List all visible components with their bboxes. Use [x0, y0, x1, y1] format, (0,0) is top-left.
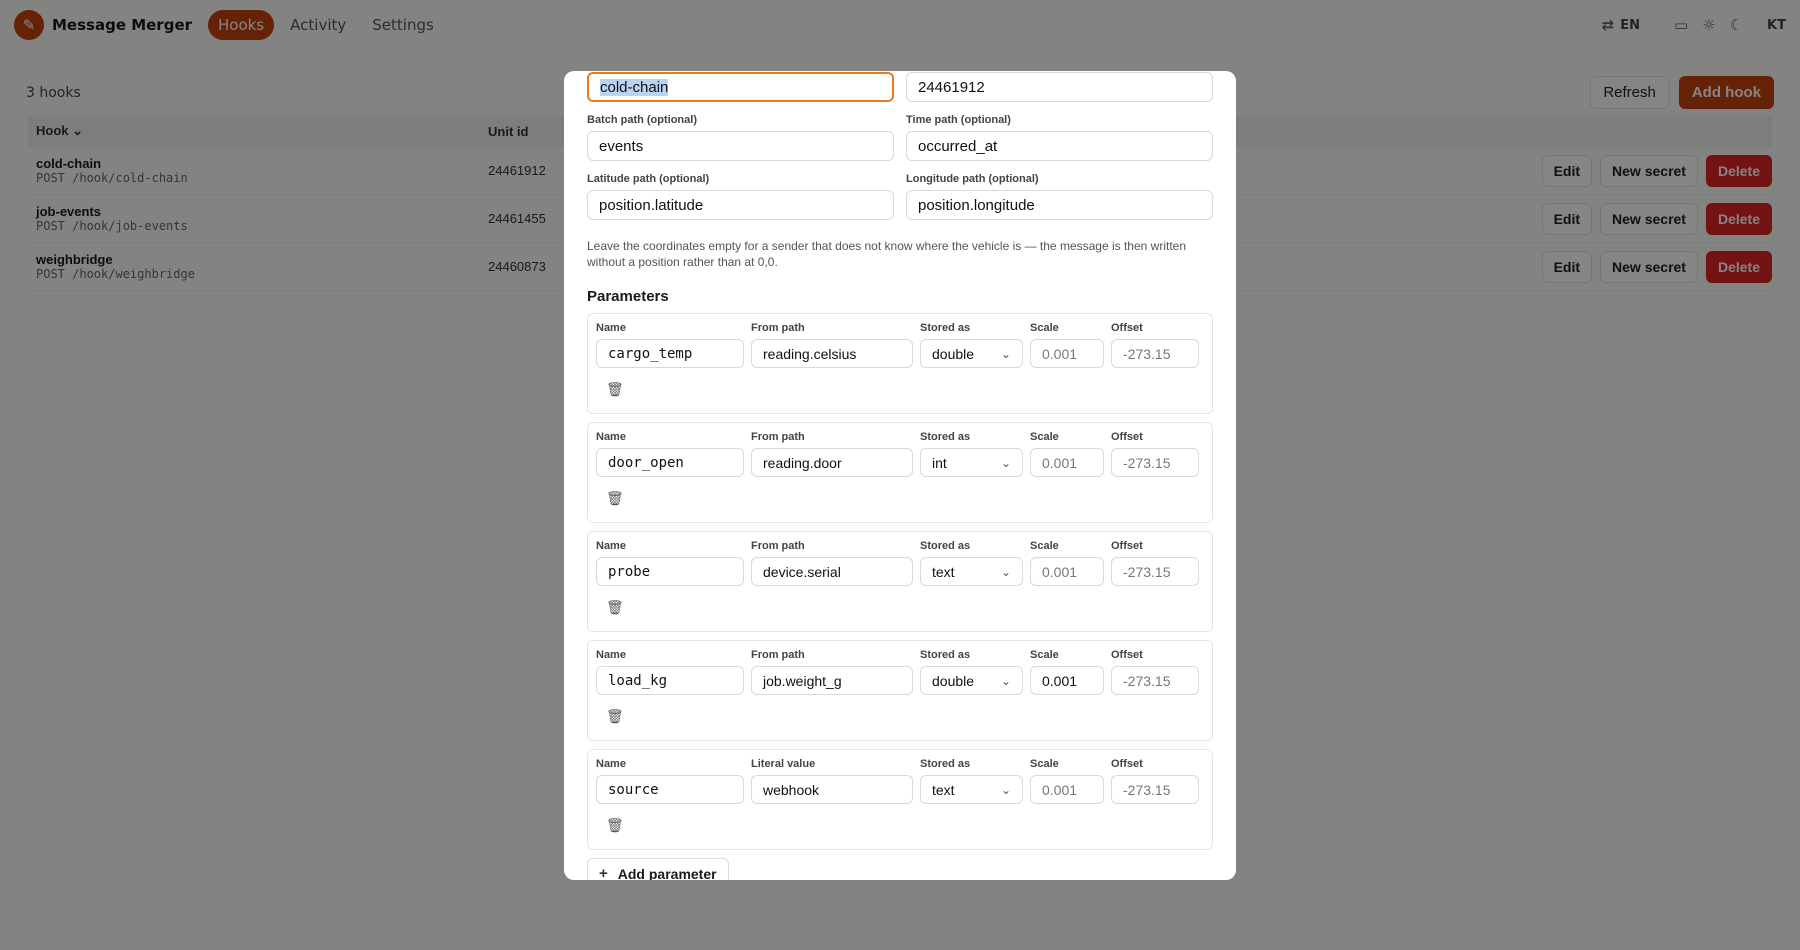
param-source-label: Literal value: [751, 758, 816, 770]
param-offset-input[interactable]: -273.15: [1111, 775, 1199, 804]
coordinates-help-text: Leave the coordinates empty for a sender…: [587, 239, 1186, 269]
time-path-field[interactable]: occurred_at: [906, 131, 1213, 161]
param-offset-label: Offset: [1111, 431, 1143, 443]
param-scale-label: Scale: [1030, 649, 1059, 661]
longitude-path-field[interactable]: position.longitude: [906, 190, 1213, 220]
param-offset-input[interactable]: -273.15: [1111, 339, 1199, 368]
param-source-label: From path: [751, 322, 805, 334]
param-source-input[interactable]: job.weight_g: [751, 666, 913, 695]
param-stored-label: Stored as: [920, 540, 971, 552]
param-name-label: Name: [596, 540, 626, 552]
param-name-label: Name: [596, 649, 626, 661]
param-stored-label: Stored as: [920, 758, 971, 770]
param-name-input[interactable]: door_open: [596, 448, 744, 477]
param-source-input[interactable]: device.serial: [751, 557, 913, 586]
parameter-row: Name probe From path device.serial Stored …: [587, 531, 1213, 632]
add-parameter-button[interactable]: + Add parameter: [587, 858, 729, 880]
parameter-row: Name load_kg From path job.weight_g Stored…: [587, 640, 1213, 741]
param-scale-input[interactable]: 0.001: [1030, 666, 1104, 695]
param-source-label: From path: [751, 540, 805, 552]
trash-icon[interactable]: 🗑: [606, 599, 624, 616]
param-name-label: Name: [596, 758, 626, 770]
batch-path-label: Batch path (optional): [587, 114, 697, 126]
unit-id-field[interactable]: 24461912: [906, 72, 1213, 102]
parameters-title: Parameters: [587, 288, 669, 305]
param-scale-label: Scale: [1030, 758, 1059, 770]
param-offset-label: Offset: [1111, 758, 1143, 770]
param-source-input[interactable]: reading.door: [751, 448, 913, 477]
trash-icon[interactable]: 🗑: [606, 708, 624, 725]
time-path-label: Time path (optional): [906, 114, 1011, 126]
trash-icon[interactable]: 🗑: [606, 817, 624, 834]
param-offset-input[interactable]: -273.15: [1111, 448, 1199, 477]
param-source-input[interactable]: reading.celsius: [751, 339, 913, 368]
batch-path-field[interactable]: events: [587, 131, 894, 161]
param-scale-input[interactable]: 0.001: [1030, 448, 1104, 477]
param-scale-label: Scale: [1030, 431, 1059, 443]
chevron-down-icon: ⌄: [1000, 564, 1011, 579]
longitude-path-label: Longitude path (optional): [906, 173, 1039, 185]
plus-icon: +: [599, 865, 608, 880]
param-scale-label: Scale: [1030, 540, 1059, 552]
param-stored-label: Stored as: [920, 322, 971, 334]
param-source-input[interactable]: webhook: [751, 775, 913, 804]
trash-icon[interactable]: 🗑: [606, 490, 624, 507]
hook-name-value: cold-chain: [600, 78, 669, 96]
param-source-label: From path: [751, 431, 805, 443]
chevron-down-icon: ⌄: [1000, 782, 1011, 797]
param-stored-select[interactable]: text ⌄: [920, 775, 1023, 804]
param-scale-input[interactable]: 0.001: [1030, 339, 1104, 368]
parameter-row: Name door_open From path reading.door Stor…: [587, 422, 1213, 523]
param-offset-label: Offset: [1111, 322, 1143, 334]
trash-icon[interactable]: 🗑: [606, 381, 624, 398]
param-name-input[interactable]: probe: [596, 557, 744, 586]
parameter-row: Name source Literal value webhook Stored a…: [587, 749, 1213, 850]
edit-hook-dialog: cold-chain 24461912 Batch path (optional…: [564, 71, 1236, 880]
param-stored-label: Stored as: [920, 431, 971, 443]
param-stored-select[interactable]: int ⌄: [920, 448, 1023, 477]
param-offset-label: Offset: [1111, 540, 1143, 552]
param-offset-input[interactable]: -273.15: [1111, 557, 1199, 586]
chevron-down-icon: ⌄: [1000, 346, 1011, 361]
latitude-path-field[interactable]: position.latitude: [587, 190, 894, 220]
param-name-input[interactable]: source: [596, 775, 744, 804]
param-name-label: Name: [596, 431, 626, 443]
param-name-input[interactable]: cargo_temp: [596, 339, 744, 368]
param-stored-select[interactable]: text ⌄: [920, 557, 1023, 586]
param-name-label: Name: [596, 322, 626, 334]
param-scale-input[interactable]: 0.001: [1030, 557, 1104, 586]
param-scale-input[interactable]: 0.001: [1030, 775, 1104, 804]
parameter-row: Name cargo_temp From path reading.celsius …: [587, 313, 1213, 414]
chevron-down-icon: ⌄: [1000, 455, 1011, 470]
param-stored-select[interactable]: double ⌄: [920, 666, 1023, 695]
param-stored-label: Stored as: [920, 649, 971, 661]
param-source-label: From path: [751, 649, 805, 661]
chevron-down-icon: ⌄: [1000, 673, 1011, 688]
param-offset-input[interactable]: -273.15: [1111, 666, 1199, 695]
param-stored-select[interactable]: double ⌄: [920, 339, 1023, 368]
hook-name-field[interactable]: cold-chain: [587, 72, 894, 102]
latitude-path-label: Latitude path (optional): [587, 173, 710, 185]
add-parameter-label: Add parameter: [617, 865, 717, 881]
param-offset-label: Offset: [1111, 649, 1143, 661]
param-scale-label: Scale: [1030, 322, 1059, 334]
param-name-input[interactable]: load_kg: [596, 666, 744, 695]
